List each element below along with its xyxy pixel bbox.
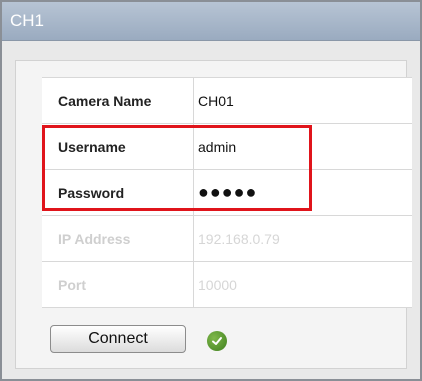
window-title: CH1 — [10, 11, 45, 30]
password-field[interactable]: ●●●●● — [194, 170, 412, 215]
connect-button[interactable]: Connect — [50, 325, 186, 353]
password-label: Password — [42, 170, 194, 215]
checkmark-icon — [212, 337, 222, 345]
password-row: Password ●●●●● — [42, 169, 412, 215]
camera-name-row: Camera Name CH01 — [42, 77, 412, 123]
connection-status-icon — [207, 331, 227, 351]
title-bar: CH1 — [2, 2, 420, 41]
camera-name-label: Camera Name — [42, 78, 194, 123]
settings-table: Camera Name CH01 Username admin Password… — [42, 77, 412, 308]
ip-address-row: IP Address 192.168.0.79 — [42, 215, 412, 261]
username-field[interactable]: admin — [194, 124, 412, 169]
ip-address-label: IP Address — [42, 216, 194, 261]
port-row: Port 10000 — [42, 261, 412, 308]
camera-name-field[interactable]: CH01 — [194, 78, 412, 123]
ip-address-field: 192.168.0.79 — [198, 230, 280, 247]
port-field: 10000 — [198, 276, 237, 293]
port-label: Port — [42, 262, 194, 307]
username-row: Username admin — [42, 123, 412, 169]
username-label: Username — [42, 124, 194, 169]
